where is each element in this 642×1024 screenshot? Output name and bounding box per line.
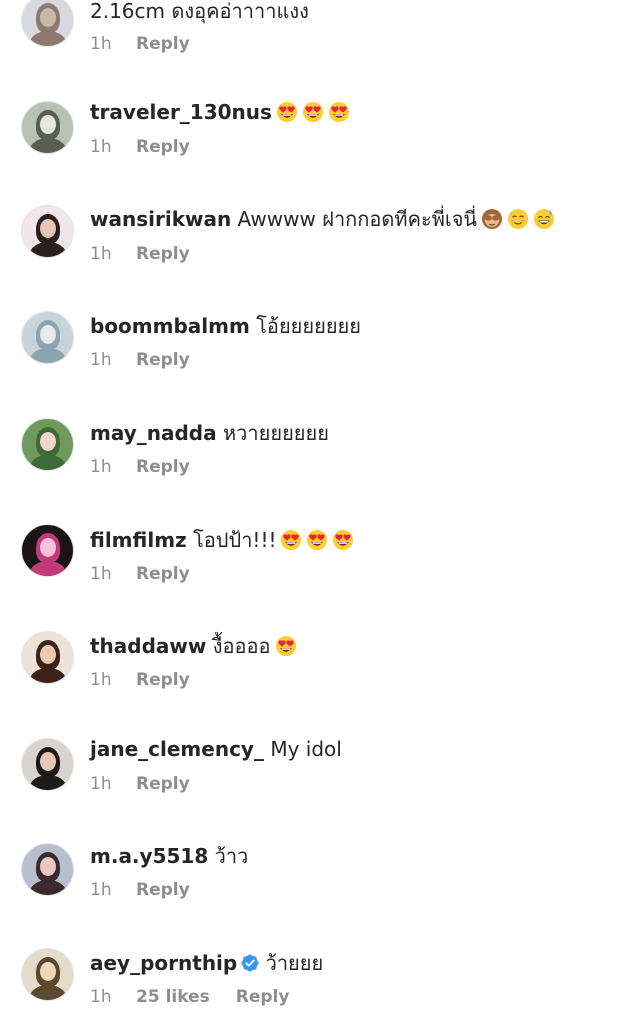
comment-meta: 1h Reply — [90, 137, 190, 157]
comment-likes[interactable]: 25 likes — [136, 987, 210, 1007]
avatar[interactable] — [21, 631, 74, 684]
comment-time: 1h — [90, 350, 112, 370]
comment-time: 1h — [90, 564, 112, 584]
avatar[interactable] — [21, 524, 74, 577]
reply-button[interactable]: Reply — [136, 880, 190, 900]
avatar-body — [30, 985, 66, 1000]
comment-username[interactable]: wansirikwan — [90, 207, 231, 231]
comment-meta: 1h Reply — [90, 880, 190, 900]
comment-meta: 1h Reply — [90, 670, 190, 690]
heart-eyes-emoji — [307, 530, 328, 550]
comment-meta: 1h Reply — [90, 774, 190, 794]
comment-meta: 1h Reply — [90, 244, 190, 264]
reply-button[interactable]: Reply — [136, 564, 190, 584]
avatar-body — [30, 775, 66, 790]
comment-line: jane_clemency_ My idol — [90, 736, 342, 762]
comment-username[interactable]: aey_pornthip — [90, 951, 237, 975]
comment-username[interactable]: may_nadda — [90, 421, 217, 445]
comment-text: หวายยยยยย — [216, 421, 329, 445]
avatar-face — [40, 219, 56, 238]
comment-username[interactable]: jane_clemency_ — [90, 737, 264, 761]
comment-time: 1h — [90, 774, 112, 794]
avatar-face — [40, 962, 56, 981]
comment-time: 1h — [90, 244, 112, 264]
avatar-body — [30, 348, 66, 363]
comment-line: wansirikwan Awwww ฝากกอดทีคะพี่เจนี่ — [90, 206, 555, 232]
heart-eyes-emoji — [281, 530, 302, 550]
reply-button[interactable]: Reply — [236, 987, 290, 1007]
avatar-face — [40, 857, 56, 876]
avatar[interactable] — [21, 101, 74, 154]
reply-button[interactable]: Reply — [136, 137, 190, 157]
comment-time: 1h — [90, 137, 112, 157]
avatar-body — [30, 668, 66, 683]
see-no-evil-monkey-emoji — [482, 209, 503, 229]
comment-username[interactable]: traveler_130nus — [90, 100, 272, 124]
comment-meta: 1h Reply — [90, 350, 190, 370]
comment-time: 1h — [90, 670, 112, 690]
avatar-body — [30, 561, 66, 576]
heart-eyes-emoji — [302, 102, 323, 122]
comment-line: boommbalmm โอ้ยยยยยยย — [90, 313, 361, 339]
comment-line: aey_pornthip ว้ายยย — [90, 950, 323, 976]
heart-eyes-emoji — [276, 102, 297, 122]
comment-username[interactable]: thaddaww — [90, 634, 206, 658]
comment-meta: 1h Reply — [90, 457, 190, 477]
comment-line: filmfilmz โอปป้า!!! — [90, 527, 354, 553]
verified-badge-icon — [241, 954, 260, 972]
comment-text: My idol — [263, 737, 342, 761]
comment-text: Awwww ฝากกอดทีคะพี่เจนี่ — [231, 207, 478, 231]
comment-line: traveler_130nus — [90, 99, 350, 125]
comment-text: ว้าว — [208, 844, 249, 868]
avatar-body — [30, 242, 66, 257]
comment-username[interactable]: boommbalmm — [90, 314, 250, 338]
reply-button[interactable]: Reply — [136, 774, 190, 794]
comment-line: m.a.y5518 ว้าว — [90, 843, 248, 869]
comment-text: งื้ออออ — [206, 634, 271, 658]
comment-time: 1h — [90, 987, 112, 1007]
comment-text: โอ้ยยยยยยย — [249, 314, 361, 338]
reply-button[interactable]: Reply — [136, 457, 190, 477]
avatar[interactable] — [21, 311, 74, 364]
avatar[interactable] — [21, 738, 74, 791]
avatar[interactable] — [21, 948, 74, 1001]
avatar-face — [40, 325, 56, 344]
avatar-body — [30, 880, 66, 895]
comment-time: 1h — [90, 880, 112, 900]
reply-button[interactable]: Reply — [136, 244, 190, 264]
comment-item: aey_pornthip ว้ายยย 1h 25 likes Reply — [0, 0, 642, 1007]
comment-time: 1h — [90, 457, 112, 477]
grinning-sweat-emoji — [534, 209, 555, 229]
reply-button[interactable]: Reply — [136, 350, 190, 370]
avatar[interactable] — [21, 418, 74, 471]
comment-text: โอปป้า!!! — [186, 528, 277, 552]
comment-line: may_nadda หวายยยยยย — [90, 420, 329, 446]
avatar-body — [30, 455, 66, 470]
comment-meta: 1h Reply — [90, 564, 190, 584]
comment-username[interactable]: filmfilmz — [90, 528, 187, 552]
avatar-face — [40, 752, 56, 771]
comment-text: ว้ายยย — [259, 951, 324, 975]
smiling-face-emoji — [508, 209, 529, 229]
avatar-body — [30, 138, 66, 153]
avatar[interactable] — [21, 205, 74, 258]
heart-eyes-emoji — [328, 102, 349, 122]
comment-username[interactable]: m.a.y5518 — [90, 844, 208, 868]
heart-eyes-emoji — [275, 636, 296, 656]
comment-meta: 1h 25 likes Reply — [90, 987, 289, 1007]
comment-line: thaddaww งื้ออออ — [90, 633, 297, 659]
reply-button[interactable]: Reply — [136, 670, 190, 690]
avatar-face — [40, 538, 56, 557]
avatar-face — [40, 645, 56, 664]
avatar-face — [40, 115, 56, 134]
avatar-face — [40, 432, 56, 451]
heart-eyes-emoji — [333, 530, 354, 550]
avatar[interactable] — [21, 843, 74, 896]
